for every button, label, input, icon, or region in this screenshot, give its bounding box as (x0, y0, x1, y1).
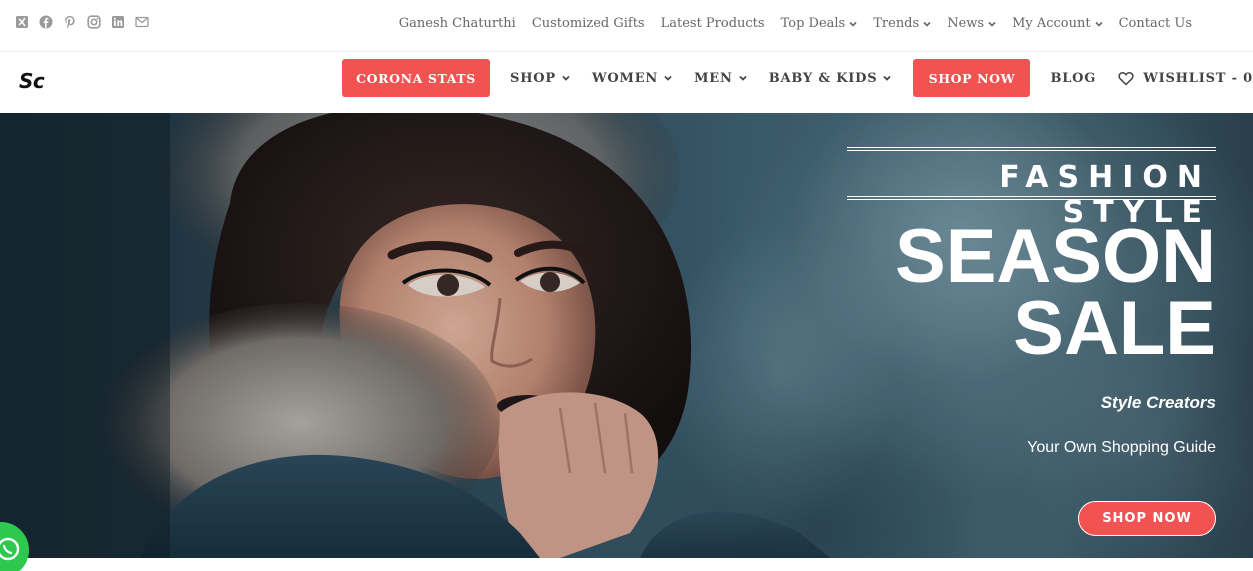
chevron-down-icon (883, 75, 892, 81)
email-icon[interactable] (135, 15, 149, 29)
hero-banner: FASHION STYLE SEASON SALE Style Creators… (0, 113, 1253, 558)
top-nav-trends[interactable]: Trends (865, 16, 939, 31)
chevron-down-icon (1095, 21, 1103, 27)
top-nav-top-deals[interactable]: Top Deals (773, 16, 866, 31)
top-nav-contact-us[interactable]: Contact Us (1111, 16, 1200, 31)
top-nav-label: Latest Products (660, 16, 765, 31)
hero-shop-now-button[interactable]: SHOP NOW (1078, 501, 1216, 536)
chevron-down-icon (988, 21, 996, 27)
nav-item-label: BLOG (1050, 70, 1097, 86)
pinterest-icon[interactable] (63, 15, 77, 29)
nav-item-label: SHOP (510, 70, 556, 86)
top-nav-ganesh-chaturthi[interactable]: Ganesh Chaturthi (391, 16, 524, 31)
top-nav-news[interactable]: News (939, 16, 1004, 31)
top-nav-label: News (947, 16, 985, 31)
hero-subtitle: Your Own Shopping Guide (1027, 439, 1216, 456)
facebook-icon[interactable] (39, 15, 53, 29)
top-nav-customized-gifts[interactable]: Customized Gifts (524, 16, 653, 31)
top-nav-latest-products[interactable]: Latest Products (653, 16, 773, 31)
top-nav-label: Ganesh Chaturthi (398, 16, 516, 31)
linkedin-icon[interactable] (111, 15, 125, 29)
chevron-down-icon (664, 75, 672, 81)
shop-now-nav-button[interactable]: SHOP NOW (913, 59, 1031, 97)
top-nav-label: Top Deals (780, 16, 846, 31)
hero-kicker-frame: FASHION STYLE (847, 147, 1216, 230)
chevron-down-icon (923, 21, 931, 27)
nav-item-women[interactable]: WOMEN (592, 71, 672, 86)
nav-item-label: WOMEN (591, 70, 659, 86)
nav-item-label: BABY & KIDS (768, 70, 878, 86)
main-header: Sc CORONA STATS SHOP WOMEN MEN BABY & KI… (0, 53, 1253, 113)
wishlist-link[interactable]: WISHLIST - 0 (1118, 71, 1253, 86)
social-links (15, 15, 149, 29)
hero-headline-line2: SALE (1013, 286, 1216, 371)
xing-icon[interactable] (15, 15, 29, 29)
top-nav-my-account[interactable]: My Account (1004, 16, 1111, 31)
top-nav-label: Customized Gifts (531, 16, 645, 31)
nav-item-label: MEN (694, 70, 733, 86)
wishlist-label: WISHLIST - 0 (1143, 70, 1253, 86)
top-bar: Ganesh Chaturthi Customized Gifts Latest… (0, 0, 1253, 52)
top-nav-label: Trends (873, 16, 920, 31)
whatsapp-icon (0, 537, 20, 561)
corona-stats-button[interactable]: CORONA STATS (342, 59, 490, 97)
main-nav: CORONA STATS SHOP WOMEN MEN BABY & KIDS … (342, 59, 1253, 97)
nav-item-shop[interactable]: SHOP (510, 71, 570, 86)
hero-headline-line1: SEASON (895, 214, 1216, 299)
heart-icon (1118, 71, 1134, 86)
chevron-down-icon (739, 75, 747, 81)
chevron-down-icon (562, 75, 570, 81)
hero-tagline: Style Creators (1100, 393, 1216, 412)
page-bottom-strip (0, 558, 1253, 571)
top-nav-label: My Account (1012, 16, 1091, 31)
chevron-down-icon (849, 21, 857, 27)
top-nav: Ganesh Chaturthi Customized Gifts Latest… (391, 16, 1200, 31)
nav-item-men[interactable]: MEN (694, 71, 747, 86)
top-nav-label: Contact Us (1118, 16, 1192, 31)
site-logo[interactable]: Sc (19, 69, 45, 93)
nav-item-baby-kids[interactable]: BABY & KIDS (769, 71, 892, 86)
instagram-icon[interactable] (87, 15, 101, 29)
nav-item-blog[interactable]: BLOG (1050, 71, 1096, 86)
hero-headline: SEASON SALE (895, 214, 1216, 371)
